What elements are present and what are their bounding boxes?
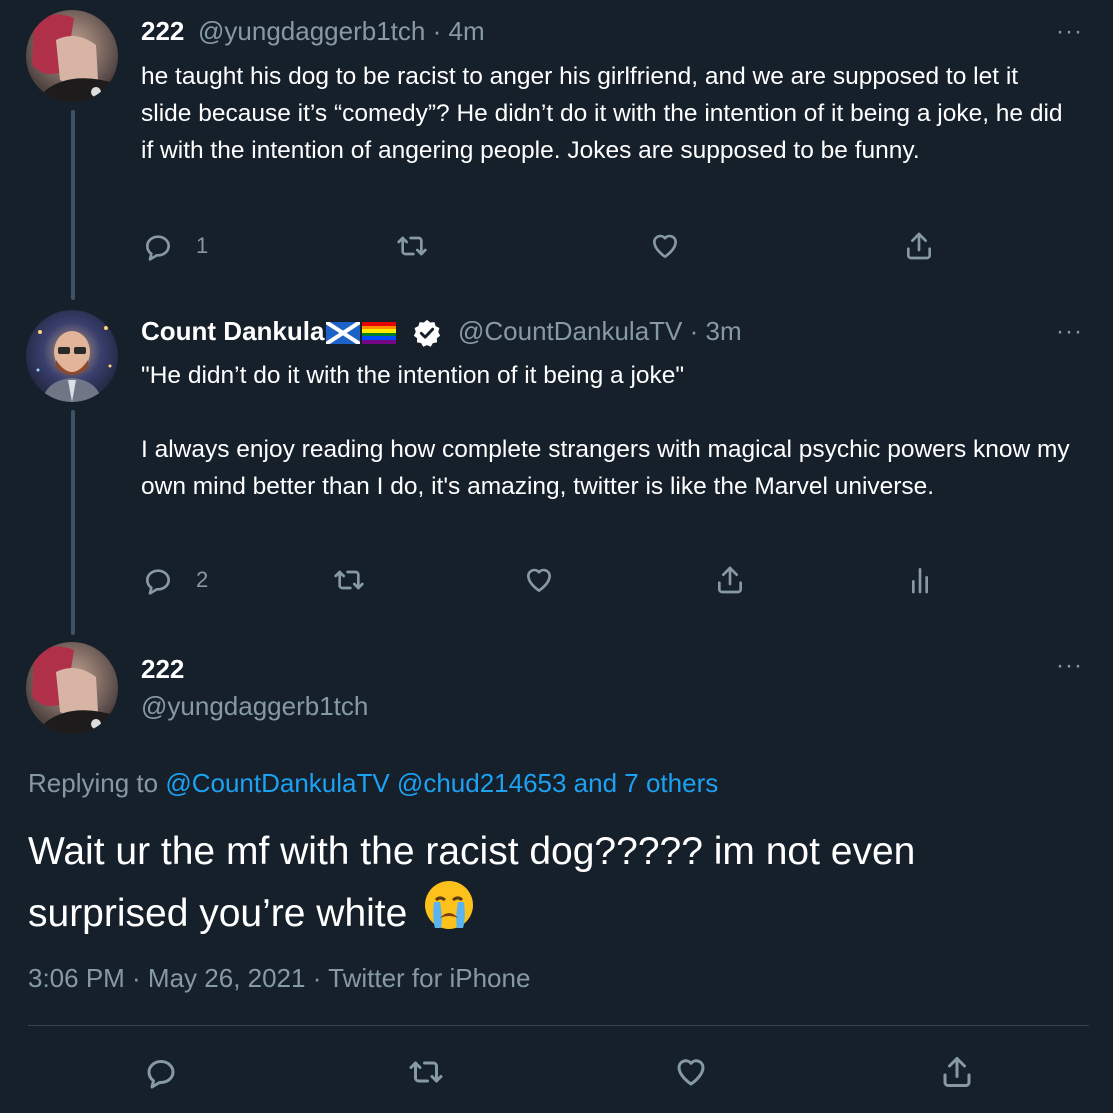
tweet-meta[interactable]: 3:06 PM · May 26, 2021 · Twitter for iPh… [28, 963, 530, 994]
tweet-text: he taught his dog to be racist to anger … [141, 63, 1070, 164]
reply-icon [145, 235, 170, 261]
share-icon [907, 232, 931, 260]
timestamp[interactable]: 3m [706, 316, 742, 346]
analytics-button[interactable] [904, 564, 936, 596]
reply-button[interactable]: 1 [142, 230, 208, 262]
like-icon [653, 234, 677, 258]
crying-face-emoji [422, 878, 476, 946]
reply-count: 2 [196, 567, 209, 592]
retweet-button[interactable] [396, 230, 428, 262]
dot-separator: · [689, 316, 699, 346]
like-button[interactable] [523, 564, 555, 596]
author-handle-text[interactable]: @CountDankulaTV [458, 316, 682, 346]
avatar[interactable] [26, 642, 118, 734]
share-button[interactable] [714, 564, 746, 596]
more-options-icon[interactable]: ··· [1056, 20, 1083, 44]
analytics-icon [912, 568, 928, 594]
reply-icon [147, 1060, 175, 1089]
author-handle[interactable]: @yungdaggerb1tch · 4m [198, 16, 485, 47]
like-icon [527, 568, 551, 592]
share-icon [718, 566, 742, 594]
avatar[interactable] [26, 10, 118, 102]
retweet-icon [409, 1061, 443, 1083]
author-handle[interactable]: @yungdaggerb1tch [141, 691, 368, 722]
divider [28, 1025, 1089, 1026]
author-name[interactable]: 222 [141, 654, 184, 685]
timestamp[interactable]: 4m [448, 16, 484, 46]
replying-prefix: Replying to [28, 768, 159, 798]
like-icon [677, 1059, 705, 1086]
rainbow-flag-icon [362, 322, 397, 345]
more-options-icon[interactable]: ··· [1056, 320, 1083, 344]
author-handle[interactable]: @CountDankulaTV · 3m [458, 316, 742, 347]
reply-icon [145, 569, 170, 595]
more-options-icon[interactable]: ··· [1056, 654, 1083, 678]
replying-to: Replying to @CountDankulaTV @chud214653 … [28, 768, 718, 799]
reply-count: 1 [196, 233, 209, 258]
thread-line [71, 410, 75, 635]
retweet-icon [334, 570, 364, 590]
reply-button[interactable] [143, 1054, 179, 1090]
verified-icon [413, 320, 440, 347]
author-name-text[interactable]: Count Dankula [141, 316, 324, 346]
author-name[interactable]: 222 [141, 16, 184, 47]
share-icon [943, 1057, 971, 1087]
author-name[interactable]: Count Dankula [141, 316, 442, 348]
reply-button[interactable]: 2 [142, 564, 208, 596]
avatar[interactable] [26, 310, 118, 402]
share-button[interactable] [939, 1054, 975, 1090]
dot-separator: · [432, 16, 442, 46]
retweet-button[interactable] [408, 1054, 444, 1090]
like-button[interactable] [673, 1054, 709, 1090]
scotland-flag-icon [326, 322, 361, 345]
retweet-icon [397, 236, 427, 256]
retweet-button[interactable] [333, 564, 365, 596]
share-button[interactable] [903, 230, 935, 262]
author-handle-text[interactable]: @yungdaggerb1tch [198, 16, 425, 46]
replying-to-link[interactable]: @CountDankulaTV @chud214653 and 7 others [165, 768, 718, 798]
like-button[interactable] [649, 230, 681, 262]
tweet-text: "He didn’t do it with the intention of i… [141, 362, 1070, 500]
thread-line [71, 110, 75, 300]
main-tweet-text: Wait ur the mf with the racist dog????? … [28, 826, 1058, 946]
